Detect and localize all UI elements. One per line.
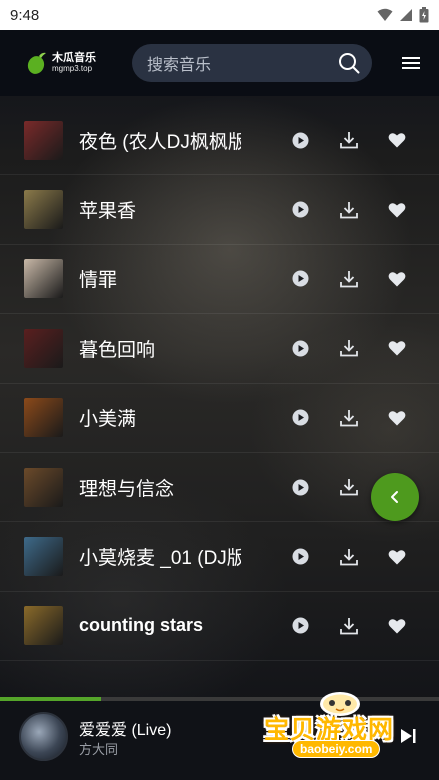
play-circle-icon: [292, 201, 308, 218]
chevron-left-icon: [391, 491, 398, 503]
song-cover[interactable]: [24, 467, 63, 507]
heart-icon: [388, 202, 406, 218]
song-cover[interactable]: [24, 398, 63, 438]
heart-icon: [388, 341, 406, 356]
logo-title: 木瓜音乐: [52, 52, 96, 65]
download-button[interactable]: [337, 545, 361, 569]
status-bar: 9:48: [0, 0, 439, 30]
play-button[interactable]: [288, 198, 312, 222]
download-button[interactable]: [337, 267, 361, 291]
play-circle-icon: [292, 132, 308, 149]
favorite-button[interactable]: [385, 406, 409, 430]
hamburger-menu-icon: [402, 57, 420, 69]
favorite-button[interactable]: [385, 336, 409, 360]
download-icon: [340, 201, 358, 218]
download-icon: [340, 340, 358, 357]
song-cover[interactable]: [24, 120, 63, 160]
watermark-url: baobeiy.com: [292, 740, 381, 758]
heart-icon: [388, 549, 406, 565]
play-circle-icon: [292, 340, 308, 357]
app-logo[interactable]: 木瓜音乐 mgmp3.top: [26, 51, 122, 75]
heart-icon: [388, 411, 406, 426]
favorite-button[interactable]: [385, 198, 409, 222]
song-title[interactable]: 理想与信念: [79, 474, 241, 501]
download-button[interactable]: [337, 475, 361, 499]
search-input[interactable]: 搜索音乐: [132, 44, 372, 82]
song-cover[interactable]: [24, 190, 63, 230]
app-header: 木瓜音乐 mgmp3.top 搜索音乐: [0, 30, 439, 96]
play-circle-icon: [292, 270, 308, 287]
download-button[interactable]: [337, 128, 361, 152]
download-icon: [340, 270, 358, 288]
song-title[interactable]: 小美满: [79, 404, 241, 431]
search-placeholder: 搜索音乐: [147, 57, 212, 74]
favorite-button[interactable]: [385, 128, 409, 152]
wifi-icon: [377, 8, 393, 21]
heart-icon: [388, 133, 406, 148]
download-icon: [340, 409, 358, 427]
logo-subtitle: mgmp3.top: [52, 63, 93, 73]
song-title[interactable]: counting stars: [79, 615, 241, 636]
song-title[interactable]: 苹果香: [79, 196, 241, 223]
play-button[interactable]: [288, 128, 312, 152]
download-icon: [340, 548, 358, 565]
play-button[interactable]: [288, 614, 312, 638]
search-icon[interactable]: [338, 52, 360, 74]
download-icon: [340, 132, 358, 149]
play-circle-icon: [292, 479, 308, 496]
now-playing-artist: 方大同: [79, 742, 119, 757]
download-button[interactable]: [337, 336, 361, 360]
download-button[interactable]: [337, 198, 361, 222]
download-icon: [340, 617, 358, 635]
song-row[interactable]: 夜色 (农人DJ枫枫版: [0, 106, 439, 176]
collapse-panel-button[interactable]: [371, 473, 419, 521]
play-button[interactable]: [288, 545, 312, 569]
song-cover[interactable]: [24, 606, 63, 646]
status-time: 9:48: [10, 6, 40, 24]
menu-button[interactable]: [399, 51, 423, 75]
song-cover[interactable]: [24, 537, 63, 577]
download-button[interactable]: [337, 614, 361, 638]
now-playing-title: 爱爱爱 (Live): [79, 722, 172, 739]
heart-icon: [388, 619, 406, 634]
song-title[interactable]: 暮色回响: [79, 335, 241, 362]
now-playing-cover[interactable]: [19, 712, 68, 761]
play-circle-icon: [292, 548, 308, 565]
play-button[interactable]: [288, 475, 312, 499]
download-icon: [340, 479, 358, 496]
site-watermark: 宝贝游戏网 baobeiy.com: [262, 688, 432, 772]
play-circle-icon: [292, 617, 308, 634]
song-list: 夜色 (农人DJ枫枫版 苹果香 情罪 暮色回响 小美满 理想与信念 小莫烧麦 _…: [0, 106, 439, 662]
song-title[interactable]: 夜色 (农人DJ枫枫版: [79, 127, 241, 154]
song-row[interactable]: counting stars: [0, 592, 439, 662]
play-button[interactable]: [288, 406, 312, 430]
play-circle-icon: [292, 409, 308, 426]
song-cover[interactable]: [24, 328, 63, 368]
song-row[interactable]: 暮色回响: [0, 314, 439, 384]
song-row[interactable]: 情罪: [0, 245, 439, 315]
song-row[interactable]: 小美满: [0, 384, 439, 453]
signal-icon: [400, 9, 412, 21]
favorite-button[interactable]: [385, 267, 409, 291]
song-title[interactable]: 小莫烧麦 _01 (DJ版: [79, 543, 241, 570]
heart-icon: [388, 272, 406, 287]
status-icons: [377, 7, 429, 23]
play-button[interactable]: [288, 336, 312, 360]
battery-icon: [419, 7, 429, 23]
song-title[interactable]: 情罪: [79, 265, 241, 292]
download-button[interactable]: [337, 406, 361, 430]
song-row[interactable]: 苹果香: [0, 175, 439, 245]
papaya-logo-icon: [27, 52, 46, 74]
favorite-button[interactable]: [385, 545, 409, 569]
play-button[interactable]: [288, 267, 312, 291]
favorite-button[interactable]: [385, 614, 409, 638]
song-row[interactable]: 小莫烧麦 _01 (DJ版: [0, 522, 439, 592]
song-cover[interactable]: [24, 259, 63, 299]
